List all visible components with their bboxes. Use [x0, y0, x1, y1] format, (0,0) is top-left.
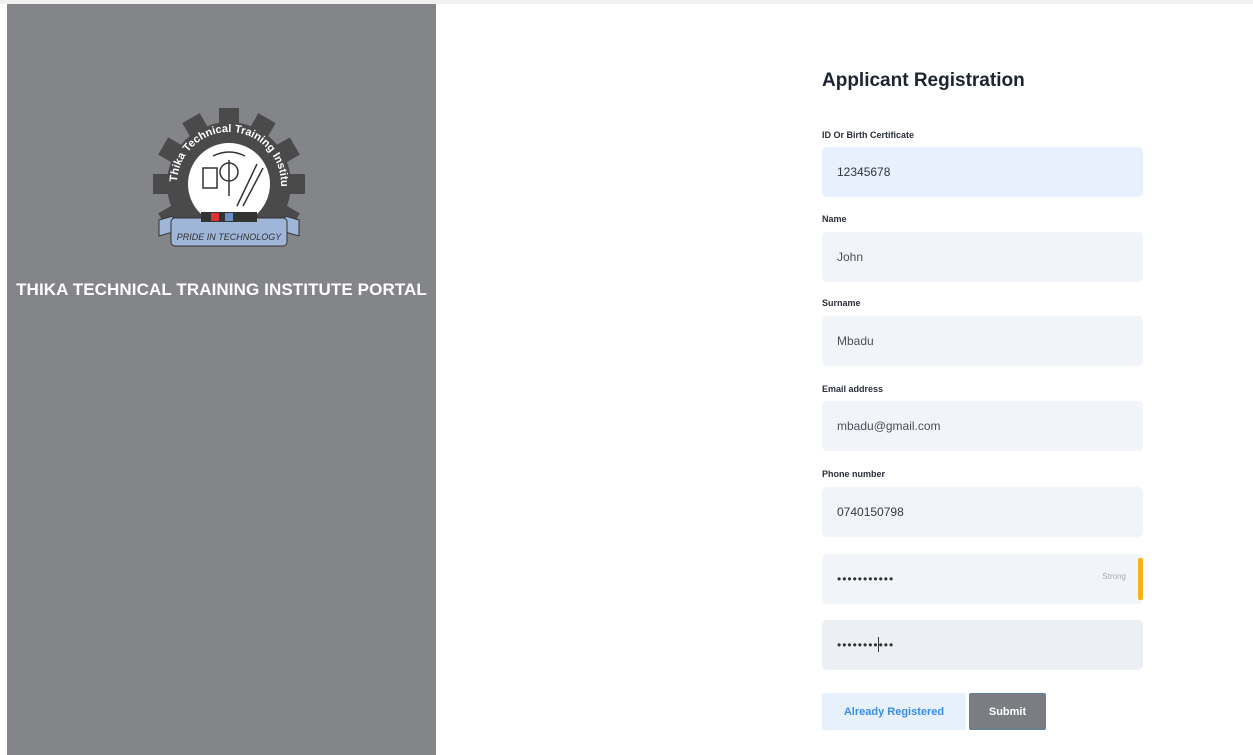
surname-input[interactable] — [822, 316, 1143, 366]
confirm-password-input[interactable] — [822, 620, 1143, 670]
phone-input[interactable] — [822, 487, 1143, 537]
password-input[interactable] — [822, 554, 1143, 604]
form-title: Applicant Registration — [822, 70, 1025, 91]
institute-logo: Thika Technical Training Institute PRIDE… — [153, 108, 305, 247]
already-registered-button[interactable]: Already Registered — [822, 693, 966, 730]
name-label: Name — [822, 214, 847, 224]
confirm-password-field — [822, 620, 1143, 670]
portal-title: THIKA TECHNICAL TRAINING INSTITUTE PORTA… — [16, 280, 427, 299]
text-caret — [878, 637, 879, 652]
phone-label: Phone number — [822, 469, 886, 479]
password-field: Strong — [822, 554, 1143, 604]
id-label: ID Or Birth Certificate — [822, 130, 915, 140]
email-input[interactable] — [822, 401, 1143, 451]
surname-label: Surname — [822, 298, 861, 308]
password-strength-bar — [1138, 558, 1143, 600]
sidebar: Thika Technical Training Institute PRIDE… — [7, 4, 436, 755]
email-label: Email address — [822, 384, 884, 394]
name-input[interactable] — [822, 232, 1143, 282]
logo-motto: PRIDE IN TECHNOLOGY — [177, 232, 283, 242]
id-input[interactable] — [822, 147, 1143, 197]
password-strength-label: Strong — [1102, 572, 1126, 581]
submit-button[interactable]: Submit — [969, 693, 1046, 730]
